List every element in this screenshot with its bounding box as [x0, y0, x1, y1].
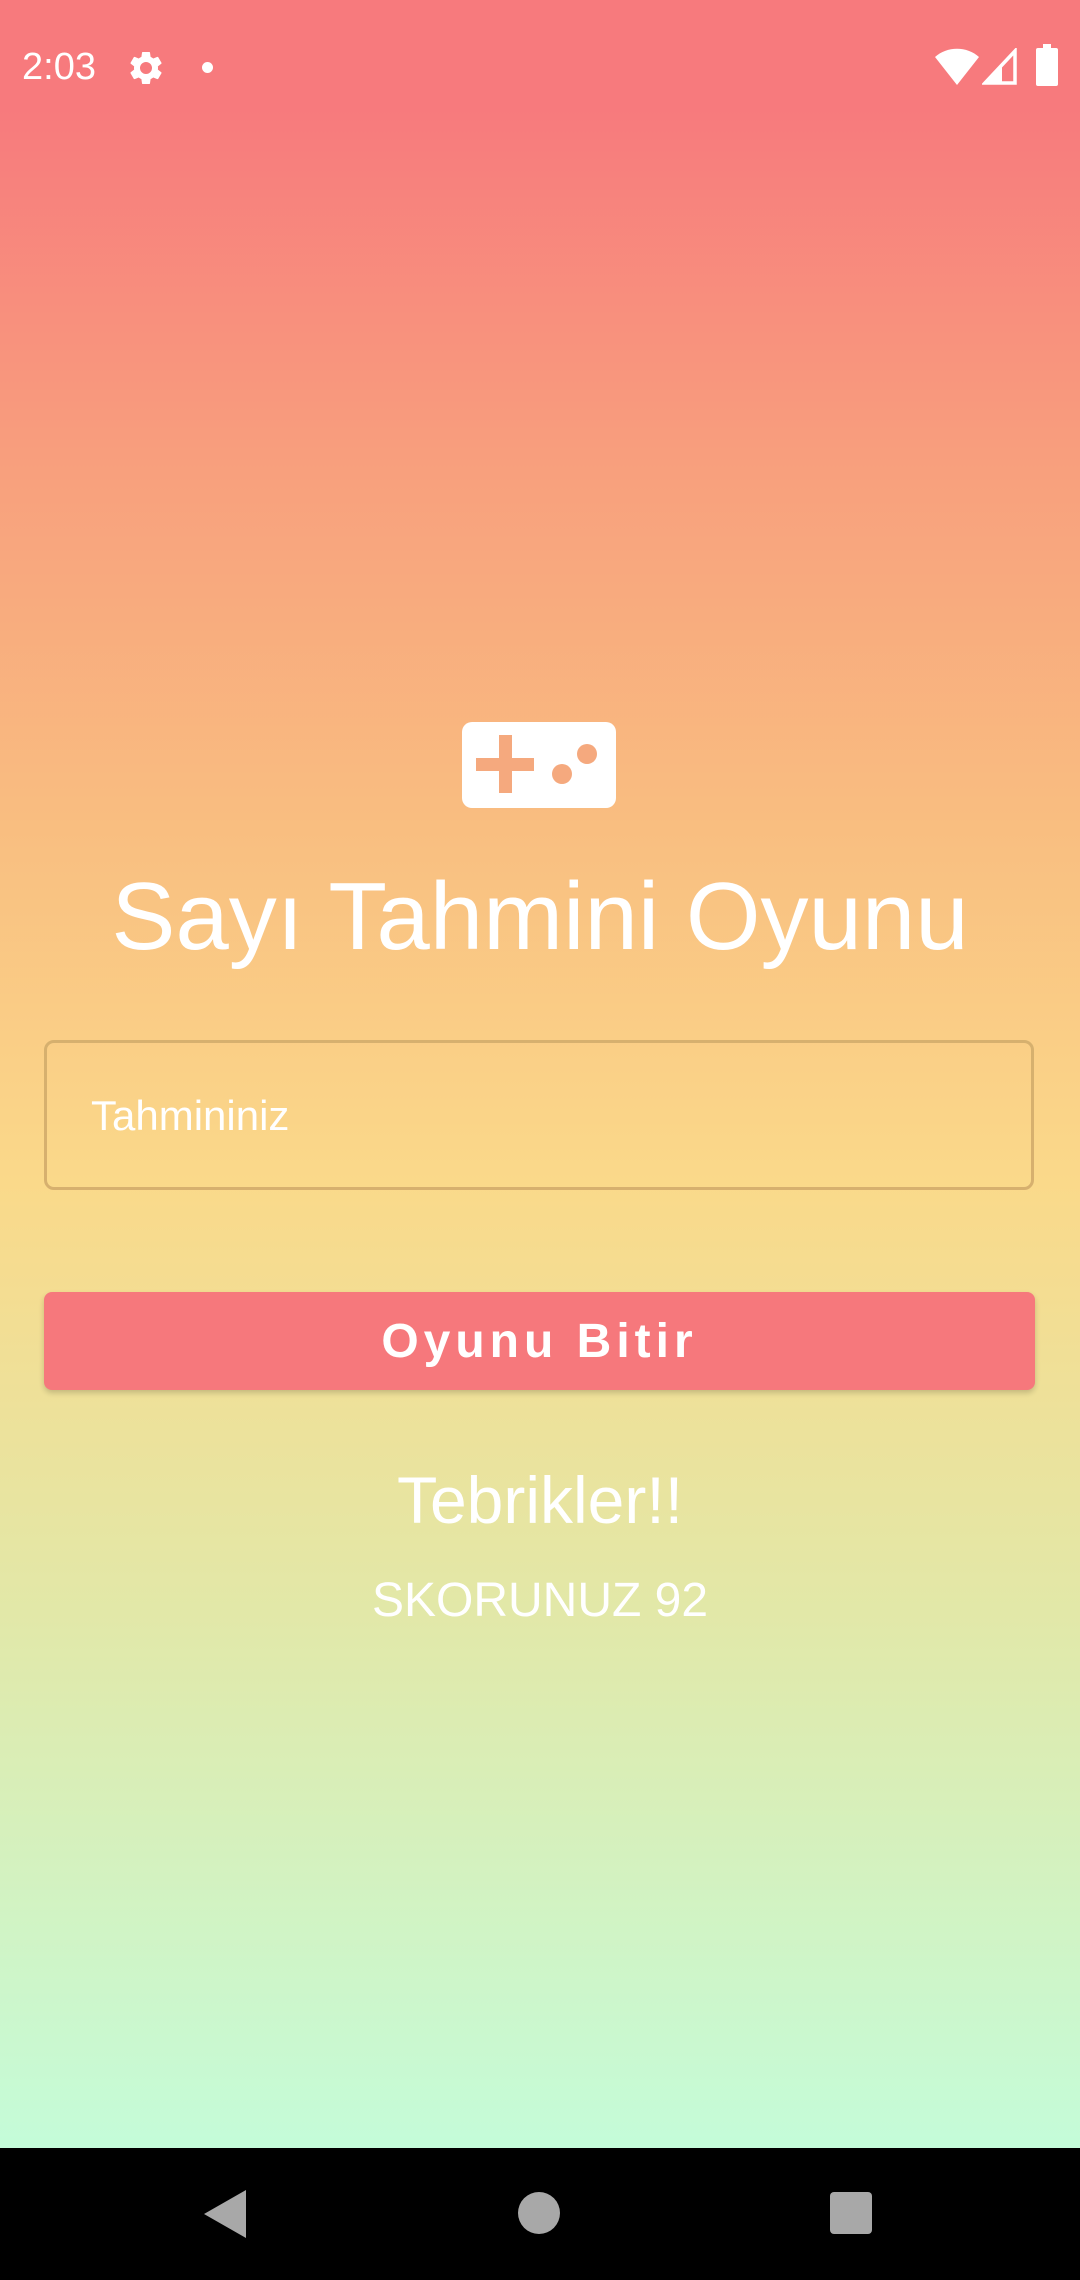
gamepad-icon	[462, 722, 616, 808]
page-title: Sayı Tahmini Oyunu	[111, 863, 969, 970]
app-screen: 2:03 Sayı Tahmini Oyunu Oyunu Bitir Tebr…	[0, 0, 1080, 2148]
notification-dot-icon	[202, 62, 213, 73]
home-icon[interactable]	[518, 2192, 560, 2234]
gear-icon	[130, 51, 162, 84]
back-icon[interactable]	[204, 2190, 246, 2238]
status-time: 2:03	[22, 46, 96, 88]
score-text: SKORUNUZ 92	[371, 1574, 709, 1627]
status-bar: 2:03	[0, 0, 1080, 136]
congrats-text: Tebrikler!!	[396, 1463, 684, 1537]
wifi-icon	[935, 48, 979, 85]
guess-field[interactable]	[44, 1040, 1034, 1190]
end-game-button[interactable]: Oyunu Bitir	[44, 1292, 1035, 1390]
guess-input[interactable]	[89, 1043, 993, 1189]
battery-icon	[1036, 44, 1058, 86]
recents-icon[interactable]	[830, 2192, 872, 2234]
signal-icon	[982, 48, 1017, 85]
